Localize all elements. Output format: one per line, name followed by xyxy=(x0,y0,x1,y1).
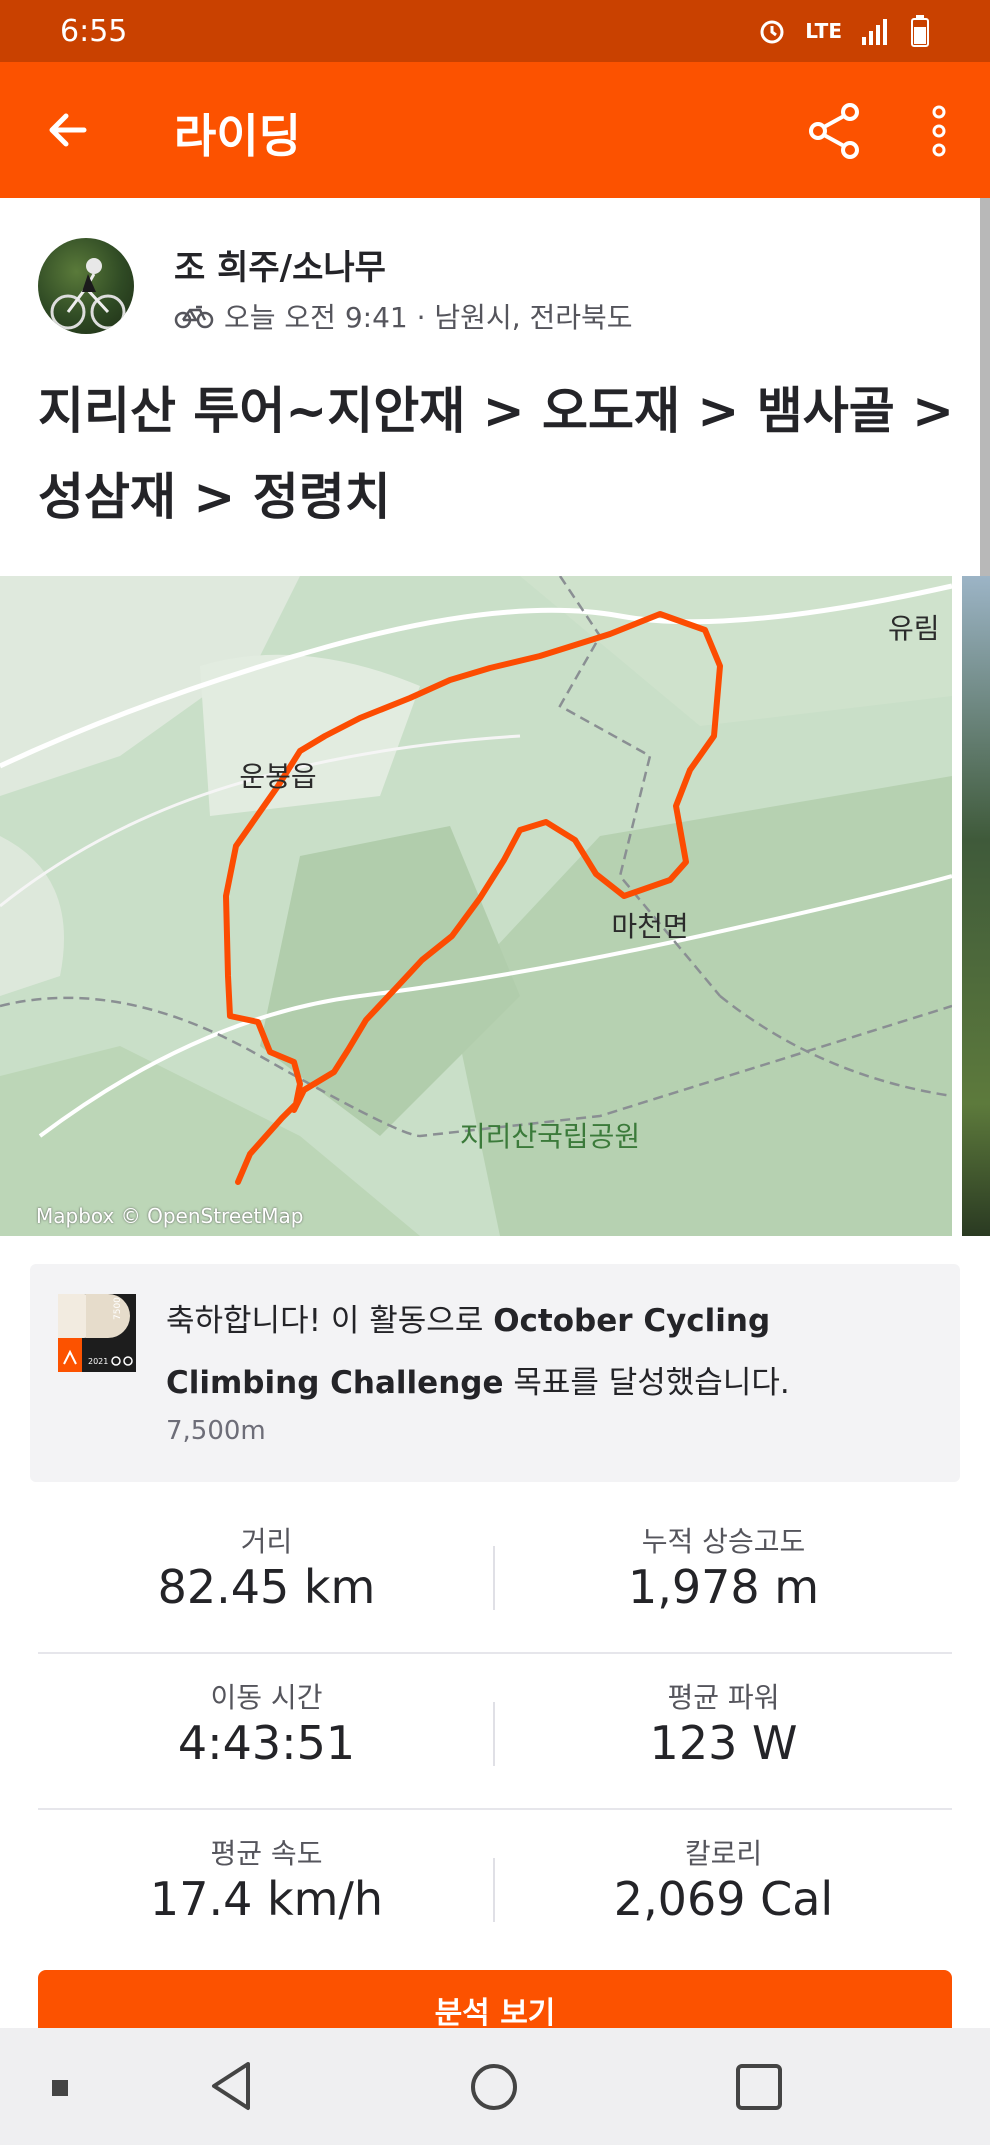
nav-dot-icon[interactable] xyxy=(52,2080,68,2096)
stat-avg-power: 평균 파워 123 W xyxy=(495,1654,952,1810)
challenge-card[interactable]: 7500 2021 축하합니다! 이 활동으로 October Cycling … xyxy=(30,1264,960,1482)
signal-icon xyxy=(862,19,887,45)
map-label-town2: 마천면 xyxy=(611,910,688,943)
activity-meta: 오늘 오전 9:41 · 남원시, 전라북도 xyxy=(174,296,633,336)
challenge-message-suffix: 목표를 달성했습니다. xyxy=(503,1365,790,1401)
photo-preview-edge[interactable] xyxy=(962,576,990,1236)
cyclist-photo xyxy=(50,258,126,330)
network-type: LTE xyxy=(805,19,842,43)
page-title: 라이딩 xyxy=(174,109,301,163)
stat-value: 123 W xyxy=(649,1716,798,1770)
status-bar: 6:55 LTE xyxy=(0,0,990,62)
scrollbar[interactable] xyxy=(980,198,990,638)
stats-grid: 거리 82.45 km 누적 상승고도 1,978 m 이동 시간 4:43:5… xyxy=(38,1498,952,1966)
activity-time-location: 오늘 오전 9:41 · 남원시, 전라북도 xyxy=(224,301,633,334)
map-label-town3: 유림 xyxy=(888,612,940,645)
status-time: 6:55 xyxy=(60,13,128,49)
activity-content[interactable]: 조 희주/소나무 오늘 오전 9:41 · 남원시, 전라북도 지리산 투어~지… xyxy=(0,198,990,2028)
stat-label: 이동 시간 xyxy=(210,1681,323,1714)
stat-distance: 거리 82.45 km xyxy=(38,1498,495,1654)
stat-label: 칼로리 xyxy=(684,1837,763,1870)
app-bar: 라이딩 xyxy=(0,62,990,198)
bike-icon xyxy=(174,305,214,329)
stats-row: 이동 시간 4:43:51 평균 파워 123 W xyxy=(38,1654,952,1810)
alarm-icon xyxy=(760,20,784,44)
stat-value: 82.45 km xyxy=(157,1560,376,1614)
battery-icon xyxy=(911,15,929,47)
nav-home-icon[interactable] xyxy=(469,2062,519,2112)
stat-value: 17.4 km/h xyxy=(149,1872,384,1926)
stat-label: 평균 속도 xyxy=(210,1837,323,1870)
status-icons: LTE xyxy=(757,15,930,47)
view-analysis-button[interactable]: 분석 보기 xyxy=(38,1970,952,2028)
map-graphic: 운봉읍 마천면 지리산국립공원 유림 xyxy=(0,576,952,1236)
challenge-message-prefix: 축하합니다! 이 활동으로 xyxy=(166,1303,494,1339)
stat-value: 1,978 m xyxy=(627,1560,820,1614)
challenge-goal: 7,500m xyxy=(166,1416,266,1446)
nav-recents-icon[interactable] xyxy=(734,2062,784,2112)
stat-label: 평균 파워 xyxy=(667,1681,780,1714)
route-map[interactable]: 운봉읍 마천면 지리산국립공원 유림 xyxy=(0,576,952,1236)
stat-elevation-gain: 누적 상승고도 1,978 m xyxy=(495,1498,952,1654)
badge-distance: 7500 xyxy=(113,1297,123,1320)
system-nav-bar xyxy=(0,2028,990,2145)
stats-row: 거리 82.45 km 누적 상승고도 1,978 m xyxy=(38,1498,952,1654)
activity-title: 지리산 투어~지안재 > 오도재 > 뱀사골 > 성삼재 > 정령치 xyxy=(38,382,955,526)
stat-avg-speed: 평균 속도 17.4 km/h xyxy=(38,1810,495,1966)
stat-label: 거리 xyxy=(240,1525,293,1558)
stat-value: 2,069 Cal xyxy=(613,1872,834,1926)
stat-moving-time: 이동 시간 4:43:51 xyxy=(38,1654,495,1810)
stat-calories: 칼로리 2,069 Cal xyxy=(495,1810,952,1966)
avatar[interactable] xyxy=(38,238,134,334)
author-name[interactable]: 조 희주/소나무 xyxy=(174,240,386,289)
map-attribution[interactable]: Mapbox © OpenStreetMap xyxy=(36,1204,303,1228)
stat-label: 누적 상승고도 xyxy=(641,1525,806,1558)
map-label-park: 지리산국립공원 xyxy=(460,1120,640,1153)
challenge-badge-icon: 7500 2021 xyxy=(58,1294,136,1372)
more-options-icon[interactable] xyxy=(924,102,954,160)
map-label-town1: 운봉읍 xyxy=(239,760,316,793)
stats-row: 평균 속도 17.4 km/h 칼로리 2,069 Cal xyxy=(38,1810,952,1966)
share-icon[interactable] xyxy=(806,102,864,160)
nav-back-icon[interactable] xyxy=(208,2060,254,2112)
stat-value: 4:43:51 xyxy=(177,1716,356,1770)
challenge-message: 축하합니다! 이 활동으로 October Cycling Climbing C… xyxy=(166,1290,926,1414)
back-arrow-icon[interactable] xyxy=(44,106,92,154)
badge-year: 2021 xyxy=(88,1357,108,1366)
